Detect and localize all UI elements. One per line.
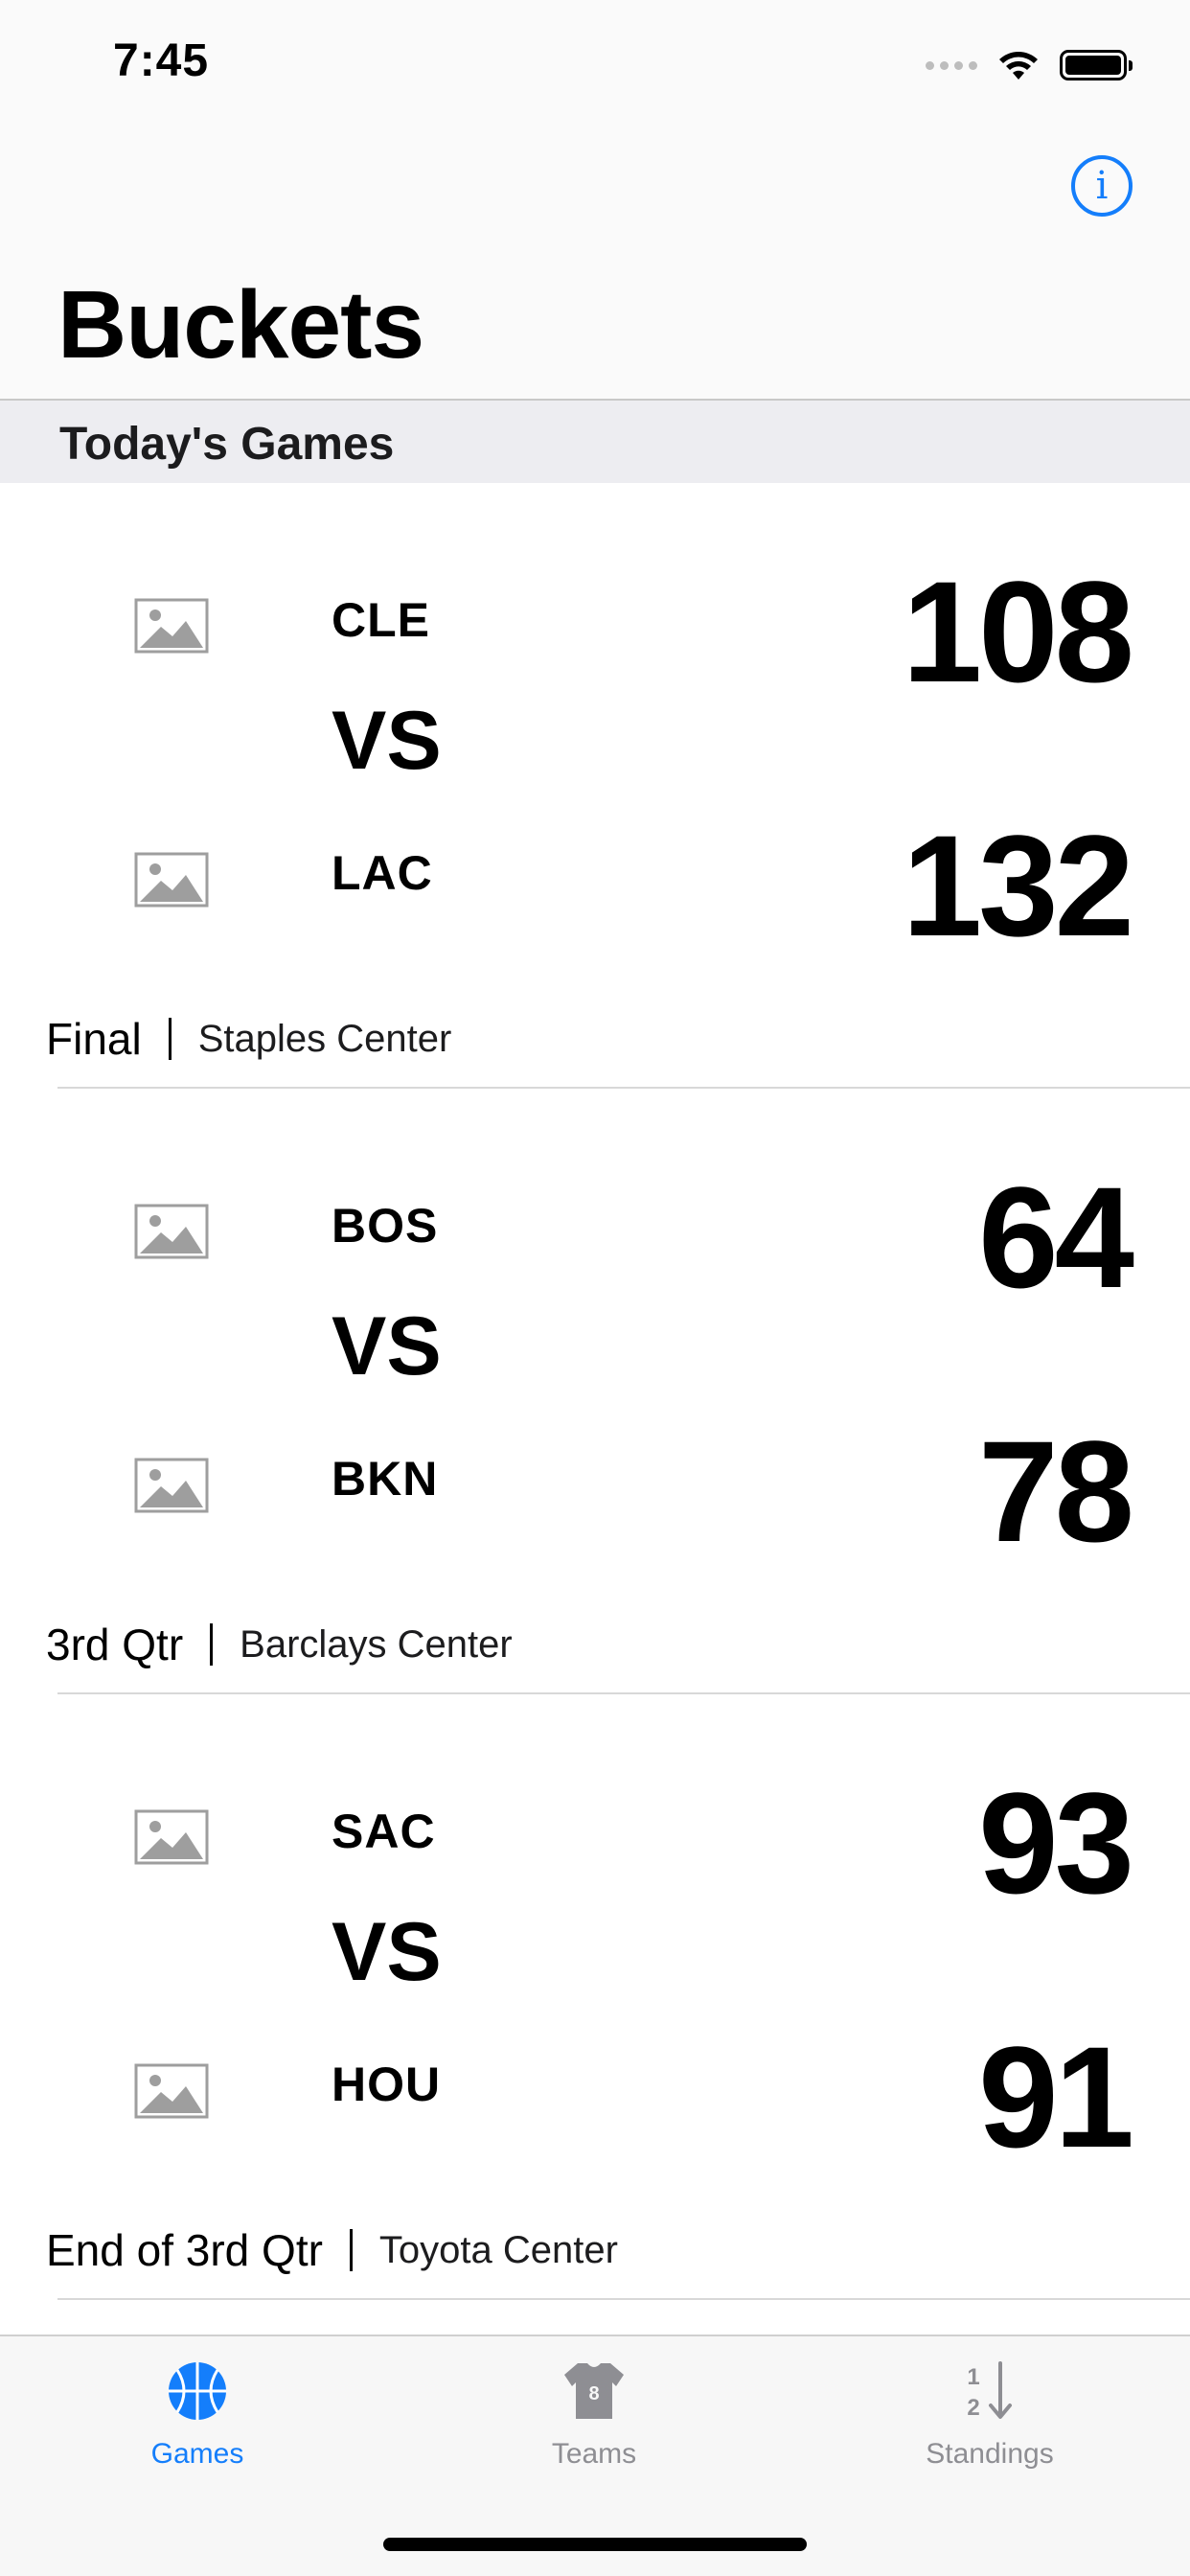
game-status: End of 3rd Qtr [46,2225,323,2275]
away-team-abbr: BKN [332,1452,439,1506]
home-team-score: 64 [978,1157,1134,1318]
vs-label: VS [332,695,442,787]
home-team-abbr: SAC [332,1805,436,1858]
game-footer: End of 3rd Qtr Toyota Center [46,2223,618,2277]
wifi-icon [999,52,1038,80]
svg-text:1: 1 [967,2364,979,2390]
vs-label: VS [332,1300,442,1392]
cellular-signal-icon [926,60,977,70]
status-icons [926,46,1133,84]
home-team-abbr: CLE [332,593,430,647]
battery-icon [1060,50,1133,80]
tab-standings-label: Standings [926,2438,1054,2470]
tab-standings[interactable]: 1 2 Standings [846,2358,1133,2501]
venue-name: Toyota Center [378,2228,618,2271]
away-team-abbr: HOU [332,2058,442,2111]
game-footer: Final Staples Center [46,1012,451,1066]
away-team-score: 78 [978,1411,1134,1572]
game-status: 3rd Qtr [46,1620,184,1669]
divider [210,1623,214,1666]
team-logo-placeholder-icon [134,1204,209,1259]
home-team-score: 108 [902,551,1134,712]
row-separator [57,2298,1190,2300]
home-indicator[interactable] [383,2538,807,2551]
away-team-score: 91 [978,2016,1134,2177]
away-team-abbr: LAC [332,846,433,900]
navigation-header: i Buckets [0,126,1190,401]
divider [168,1018,172,1060]
away-team-score: 132 [902,805,1134,966]
status-time: 7:45 [113,35,210,86]
basketball-icon [169,2362,226,2420]
page-title: Buckets [57,271,424,379]
svg-text:2: 2 [967,2395,979,2421]
tab-teams-label: Teams [551,2438,637,2470]
tab-games[interactable]: Games [54,2358,341,2501]
game-cell[interactable]: BOS VS BKN 64 78 3rd Qtr Barclays Center [0,1089,1190,1694]
team-logo-placeholder-icon [134,2063,209,2119]
tab-games-label: Games [150,2438,244,2470]
game-footer: 3rd Qtr Barclays Center [46,1618,513,1671]
games-list: CLE VS LAC 108 132 Final Staples Center … [0,483,1190,2300]
game-cell[interactable]: CLE VS LAC 108 132 Final Staples Center [0,483,1190,1089]
game-cell[interactable]: SAC VS HOU 93 91 End of 3rd Qtr Toyota C… [0,1694,1190,2300]
team-logo-placeholder-icon [134,598,209,654]
team-logo-placeholder-icon [134,1809,209,1865]
team-logo-placeholder-icon [134,1458,209,1513]
game-status: Final [46,1014,142,1064]
venue-name: Staples Center [197,1017,452,1060]
svg-text:8: 8 [588,2383,599,2404]
venue-name: Barclays Center [240,1622,513,1666]
jersey-icon: 8 [564,2363,624,2419]
info-icon: i [1095,164,1109,208]
sort-icon: 1 2 [967,2361,1012,2421]
divider [349,2229,353,2271]
status-bar: 7:45 [0,0,1190,126]
home-team-abbr: BOS [332,1199,439,1253]
tab-teams[interactable]: 8 Teams [450,2358,738,2501]
section-title: Today's Games [59,419,395,470]
vs-label: VS [332,1906,442,1998]
team-logo-placeholder-icon [134,852,209,908]
home-team-score: 93 [978,1762,1134,1923]
info-button[interactable]: i [1071,155,1133,217]
section-header: Today's Games [0,401,1190,483]
